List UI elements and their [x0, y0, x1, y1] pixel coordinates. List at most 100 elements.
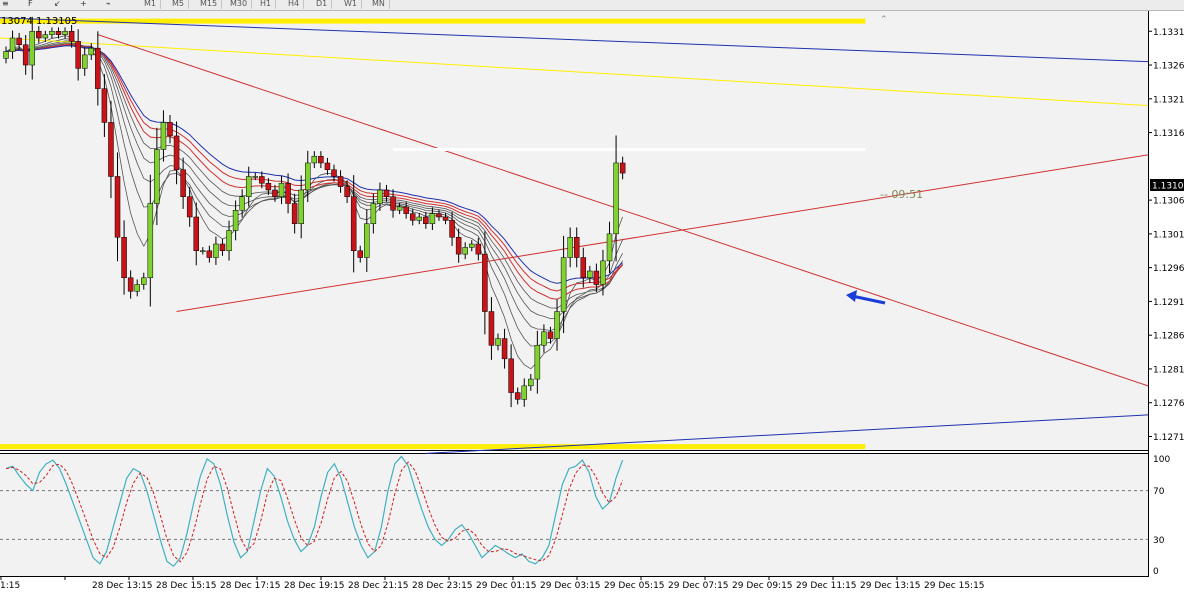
price-tick-label: 1.13015: [1153, 230, 1184, 240]
time-tick-label: 29 Dec 09:15: [732, 581, 793, 591]
bear-candle: [121, 237, 127, 279]
bull-candle: [49, 31, 55, 35]
bull-candle: [396, 206, 403, 211]
bull-candle: [613, 162, 619, 235]
time-tick-label: 29 Dec 15:15: [924, 581, 985, 591]
bear-candle: [442, 216, 449, 221]
price-tick-label: 1.12865: [1153, 332, 1184, 342]
bear-candle: [455, 237, 462, 255]
bear-candle: [272, 189, 278, 197]
bear-candle: [22, 44, 29, 66]
bear-candle: [573, 237, 580, 258]
bull-candle: [245, 176, 252, 197]
bull-candle: [160, 122, 167, 150]
bull-candle: [554, 311, 560, 339]
bear-candle: [265, 182, 272, 191]
time-tick-label: 29 Dec 03:15: [540, 581, 601, 591]
stochastic-tick-label: 100: [1153, 455, 1170, 465]
price-tick-label: 1.13265: [1153, 62, 1184, 72]
bear-candle: [403, 206, 409, 214]
price-chart[interactable]: 1.13315 1.13265 1.13215 1.13165 1.13065 1.130…: [0, 0, 1184, 600]
bear-candle: [409, 213, 416, 221]
bull-candle: [278, 182, 285, 197]
bull-candle: [587, 270, 593, 279]
time-axis: 1:15 28 Dec 13:15 28 Dec 15:15 28 Dec 17:15…: [0, 576, 985, 591]
bear-candle: [383, 189, 390, 197]
bear-candle: [501, 338, 508, 360]
bull-candle: [298, 189, 304, 224]
time-tick-label: 29 Dec 11:15: [796, 581, 857, 591]
price-tick-label: 1.12715: [1153, 433, 1184, 443]
bear-candle: [482, 253, 488, 312]
time-tick-label: 29 Dec 05:15: [604, 581, 665, 591]
indicator-plot-background: [0, 454, 1148, 576]
bear-candle: [193, 216, 199, 252]
price-tick-label: 1.13165: [1153, 129, 1184, 139]
bull-candle: [600, 260, 606, 285]
bull-candle: [469, 243, 475, 248]
bull-candle: [213, 243, 219, 258]
bull-candle: [567, 237, 573, 258]
bear-candle: [344, 186, 350, 197]
bull-candle: [232, 209, 239, 231]
bull-candle: [154, 149, 160, 204]
bear-candle: [127, 277, 134, 292]
bull-candle: [141, 277, 147, 285]
price-tick-label: 1.12915: [1153, 298, 1184, 308]
symbol-info: 13074 1.13105: [1, 16, 78, 27]
bear-candle: [219, 243, 226, 252]
bull-candle: [429, 213, 436, 224]
bear-candle: [167, 122, 173, 137]
bull-candle: [88, 47, 95, 56]
bear-candle: [318, 155, 324, 164]
time-tick-label: 28 Dec 13:15: [92, 581, 153, 591]
price-tick-label: 1.13215: [1153, 95, 1184, 105]
bear-candle: [101, 88, 108, 123]
bull-candle: [81, 54, 88, 69]
price-axis: 1.13315 1.13265 1.13215 1.13165 1.13065 1.130…: [1148, 28, 1184, 443]
price-tick-label: 1.12965: [1153, 264, 1184, 274]
stochastic-axis: 100 70 30 0: [1153, 455, 1170, 577]
bull-candle: [200, 250, 206, 253]
time-tick-label: 1:15: [0, 581, 20, 591]
bear-candle: [449, 220, 455, 238]
expand-chart-icon[interactable]: ⌃: [880, 15, 888, 25]
bear-candle: [108, 122, 114, 177]
bear-candle: [186, 196, 193, 218]
bull-candle: [305, 162, 311, 191]
bull-candle: [541, 331, 547, 346]
bull-candle: [252, 176, 259, 178]
bear-candle: [488, 311, 495, 346]
bear-candle: [508, 358, 514, 393]
price-tick-label: 1.12765: [1153, 399, 1184, 409]
time-tick-label: 29 Dec 13:15: [860, 581, 921, 591]
bear-candle: [331, 169, 337, 177]
bull-candle: [416, 216, 423, 221]
bull-candle: [606, 233, 613, 262]
bear-candle: [423, 216, 429, 224]
bull-candle: [29, 31, 35, 66]
bear-candle: [436, 213, 442, 218]
bear-candle: [206, 250, 213, 258]
bear-candle: [475, 243, 482, 255]
bull-candle: [462, 247, 468, 255]
bear-candle: [291, 203, 298, 224]
bear-candle: [285, 182, 291, 204]
bear-candle: [55, 31, 62, 35]
bull-candle: [3, 51, 9, 59]
time-tick-label: 28 Dec 15:15: [156, 581, 217, 591]
bear-candle: [337, 176, 344, 187]
time-tick-label: 28 Dec 17:15: [220, 581, 281, 591]
bear-candle: [180, 169, 186, 197]
bull-candle: [147, 203, 154, 279]
stochastic-tick-label: 70: [1153, 487, 1165, 497]
bull-candle: [364, 223, 370, 258]
bull-candle: [521, 385, 527, 400]
bear-candle: [514, 392, 521, 400]
price-tick-label: 1.12815: [1153, 365, 1184, 375]
bear-candle: [68, 31, 75, 42]
bull-candle: [377, 189, 383, 204]
price-tick-label: 1.13065: [1153, 197, 1184, 207]
bear-candle: [593, 270, 600, 285]
price-tick-label: 1.13315: [1153, 28, 1184, 38]
